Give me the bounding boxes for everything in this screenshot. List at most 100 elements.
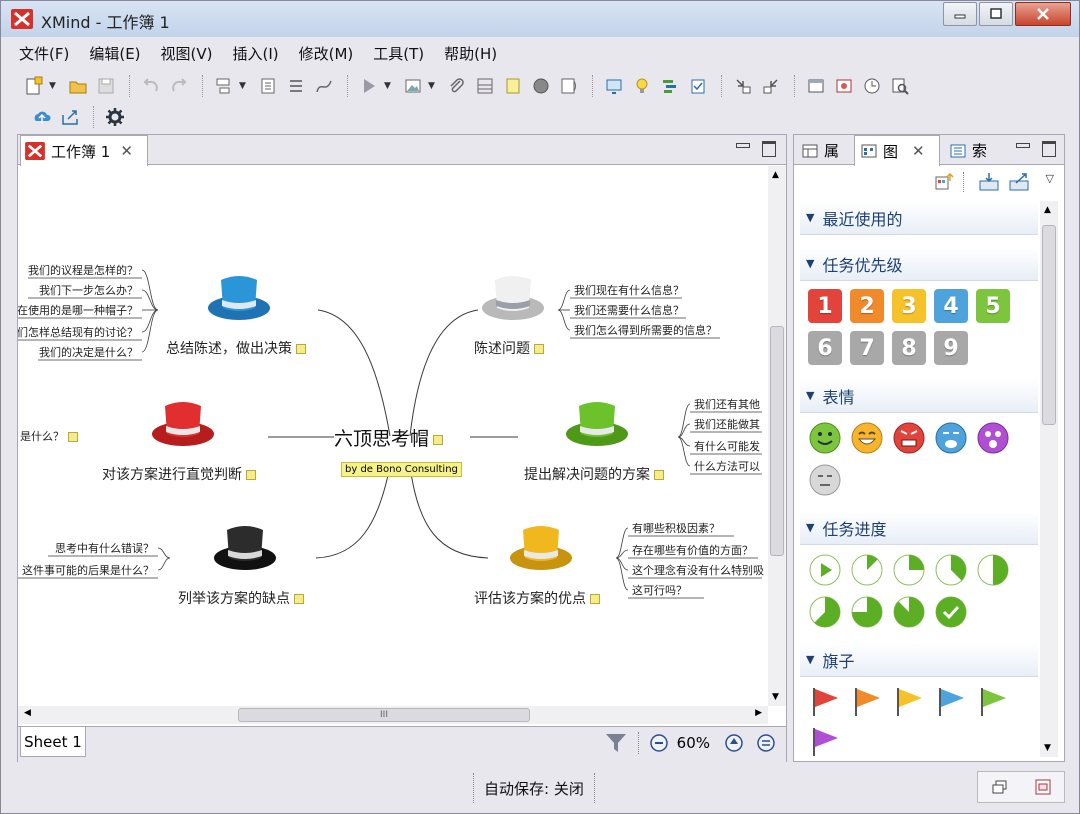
- gantt-button[interactable]: [657, 73, 683, 99]
- leaf-topic[interactable]: 我们怎么得到所需要的信息？: [574, 322, 717, 338]
- menu-view[interactable]: 视图(V): [151, 43, 223, 64]
- cry-icon[interactable]: [934, 421, 968, 455]
- panel-menu-icon[interactable]: ▽: [1046, 172, 1054, 185]
- priority-2-marker[interactable]: 2: [850, 289, 884, 323]
- panel-scroll-thumb[interactable]: [1042, 225, 1056, 425]
- section-recent[interactable]: ▼ 最近使用的: [800, 201, 1038, 235]
- minimize-button[interactable]: [943, 2, 977, 26]
- upload-button[interactable]: [29, 104, 55, 130]
- angry-icon[interactable]: [892, 421, 926, 455]
- priority-4-marker[interactable]: 4: [934, 289, 968, 323]
- tab-markers[interactable]: 图 ✕: [854, 135, 940, 166]
- leaf-topic[interactable]: 是什么？: [20, 428, 78, 444]
- surprise-icon[interactable]: [976, 421, 1010, 455]
- menu-edit[interactable]: 编辑(E): [79, 43, 150, 64]
- leaf-topic[interactable]: 我们下一步怎么办？: [39, 282, 138, 298]
- progress-6-of-8-icon[interactable]: [850, 595, 884, 629]
- leaf-topic[interactable]: 我们还有其他: [694, 396, 760, 412]
- horizontal-scrollbar[interactable]: ◀ III ▶: [18, 706, 768, 724]
- leaf-topic[interactable]: 这可行吗？: [632, 582, 687, 598]
- progress-0-of-8-icon[interactable]: [808, 553, 842, 587]
- menu-tools[interactable]: 工具(T): [363, 43, 434, 64]
- tab-workbook[interactable]: 工作簿 1 ✕: [20, 135, 148, 166]
- progress-8-of-8-icon[interactable]: [934, 595, 968, 629]
- branch-black[interactable]: 列举该方案的缺点: [178, 588, 304, 608]
- tab-properties[interactable]: 属: [796, 135, 854, 166]
- search-button[interactable]: [887, 73, 913, 99]
- central-topic[interactable]: 六顶思考帽: [334, 424, 444, 451]
- scroll-up-icon[interactable]: ▲: [772, 170, 779, 180]
- tab-close-icon[interactable]: ✕: [120, 142, 133, 160]
- summary-button[interactable]: [556, 73, 582, 99]
- scroll-left-icon[interactable]: ◀: [24, 708, 31, 718]
- branch-blue[interactable]: 总结陈述，做出决策: [166, 338, 306, 358]
- vertical-scrollbar[interactable]: ▲ ▼: [768, 166, 786, 706]
- scroll-down-icon[interactable]: ▼: [772, 692, 779, 702]
- leaf-topic[interactable]: 我们现在有什么信息？: [574, 282, 684, 298]
- progress-2-of-8-icon[interactable]: [892, 553, 926, 587]
- priority-6-marker[interactable]: 6: [808, 331, 842, 365]
- relationship-button[interactable]: [311, 73, 337, 99]
- priority-8-marker[interactable]: 8: [892, 331, 926, 365]
- boundary-button[interactable]: [472, 73, 498, 99]
- boring-icon[interactable]: [808, 463, 842, 497]
- leaf-topic[interactable]: 思考中有什么错误？: [55, 540, 154, 556]
- flag-1-icon[interactable]: [850, 685, 884, 719]
- topic-dropdown-icon[interactable]: ▼: [239, 81, 249, 91]
- flag-2-icon[interactable]: [892, 685, 926, 719]
- leaf-topic[interactable]: 我们怎样总结现有的讨论？: [18, 324, 138, 340]
- zoom-out-icon[interactable]: [649, 733, 669, 753]
- branch-green[interactable]: 提出解决问题的方案: [524, 464, 664, 484]
- marker-button[interactable]: [528, 73, 554, 99]
- tab-index[interactable]: 索: [944, 135, 1002, 166]
- window-preview-icon[interactable]: [1034, 778, 1052, 796]
- attachment-button[interactable]: [444, 73, 470, 99]
- download-markers-icon[interactable]: [978, 171, 1000, 193]
- insert-topic-button[interactable]: [211, 73, 237, 99]
- leaf-topic[interactable]: 我们还能做其: [694, 416, 760, 432]
- branch-red[interactable]: 对该方案进行直觉判断: [102, 464, 256, 484]
- branch-yellow[interactable]: 评估该方案的优点: [474, 588, 600, 608]
- presentation-button[interactable]: [356, 73, 382, 99]
- screen-button[interactable]: [601, 73, 627, 99]
- flag-4-icon[interactable]: [976, 685, 1010, 719]
- progress-1-of-8-icon[interactable]: [850, 553, 884, 587]
- branch-white[interactable]: 陈述问题: [474, 338, 544, 358]
- presentation-dropdown-icon[interactable]: ▼: [384, 81, 394, 91]
- panel-minimize-button[interactable]: [1014, 139, 1032, 157]
- panel-maximize-button[interactable]: [1040, 139, 1058, 157]
- idea-button[interactable]: [629, 73, 655, 99]
- sheet-tab-1[interactable]: Sheet 1: [20, 727, 86, 757]
- import-markers-icon[interactable]: [933, 171, 955, 193]
- tab-markers-close-icon[interactable]: ✕: [912, 142, 925, 160]
- editor-maximize-button[interactable]: [760, 139, 778, 157]
- close-button[interactable]: [1015, 2, 1071, 26]
- section-priority[interactable]: ▼ 任务优先级: [800, 247, 1038, 281]
- restore-icon[interactable]: [991, 778, 1009, 796]
- section-smiley[interactable]: ▼ 表情: [800, 379, 1038, 413]
- priority-1-marker[interactable]: 1: [808, 289, 842, 323]
- leaf-topic[interactable]: 这个理念有没有什么特别吸: [632, 562, 764, 578]
- list-button[interactable]: [283, 73, 309, 99]
- editor-minimize-button[interactable]: [734, 139, 752, 157]
- progress-5-of-8-icon[interactable]: [808, 595, 842, 629]
- open-button[interactable]: [65, 73, 91, 99]
- laugh-icon[interactable]: [850, 421, 884, 455]
- priority-3-marker[interactable]: 3: [892, 289, 926, 323]
- maximize-button[interactable]: [979, 2, 1013, 26]
- new-dropdown-icon[interactable]: ▼: [49, 81, 59, 91]
- menu-modify[interactable]: 修改(M): [289, 43, 364, 64]
- leaf-topic[interactable]: 我们的决定是什么？: [39, 344, 138, 360]
- leaf-topic[interactable]: 在使用的是哪一种帽子？: [18, 302, 138, 318]
- priority-9-marker[interactable]: 9: [934, 331, 968, 365]
- share-button[interactable]: [57, 104, 83, 130]
- task-button[interactable]: [685, 73, 711, 99]
- panel-scrollbar[interactable]: ▲ ▼: [1040, 201, 1058, 757]
- progress-3-of-8-icon[interactable]: [934, 553, 968, 587]
- smile-icon[interactable]: [808, 421, 842, 455]
- menu-help[interactable]: 帮助(H): [434, 43, 507, 64]
- leaf-topic[interactable]: 我们的议程是怎样的？: [28, 262, 138, 278]
- new-workbook-button[interactable]: [21, 73, 47, 99]
- section-progress[interactable]: ▼ 任务进度: [800, 511, 1038, 545]
- leaf-topic[interactable]: 有什么可能发: [694, 438, 760, 454]
